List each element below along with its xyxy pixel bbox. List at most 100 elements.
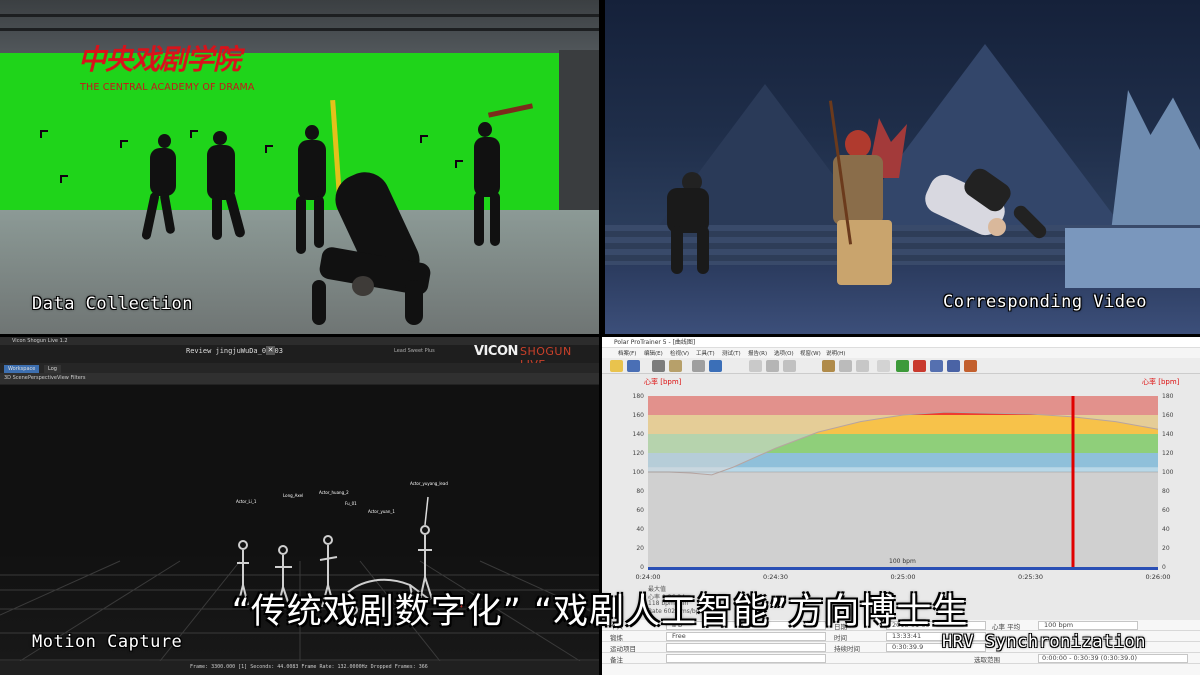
shogun-status-bar: Frame: 3300.000 [1] Seconds: 44.0083 Fra… <box>0 661 599 675</box>
menu-window[interactable]: 视窗(W) <box>800 349 821 357</box>
chart-speed-icon[interactable] <box>913 360 926 372</box>
menu-tools[interactable]: 工具(T) <box>696 349 715 357</box>
polar-title-bar: Polar ProTrainer 5 - [曲线图] <box>602 337 1200 348</box>
y-tick-label-right: 160 <box>1162 412 1174 419</box>
grid-icon[interactable] <box>783 360 796 372</box>
panel-caption: Corresponding Video <box>943 292 1147 312</box>
user-icon[interactable] <box>652 360 665 372</box>
row-label: 选取范围 <box>974 656 1000 664</box>
panel-caption: Data Collection <box>32 294 194 314</box>
y-tick-label-right: 20 <box>1162 545 1170 552</box>
baseline-label: 100 bpm <box>889 558 916 565</box>
y-tick-label-right: 0 <box>1162 564 1166 571</box>
y-tick-label: 40 <box>636 526 644 533</box>
hr-zone-band <box>648 396 1158 415</box>
zoom-icon[interactable] <box>822 360 835 372</box>
x-tick-label: 0:26:00 <box>1145 573 1170 581</box>
scene-selector[interactable]: 3D Scene <box>4 375 28 381</box>
menu-help[interactable]: 说明(H) <box>826 349 845 357</box>
y-tick-label: 120 <box>633 450 645 457</box>
row-label: 运动项目 <box>610 645 636 653</box>
below-baseline-fill <box>648 472 1158 567</box>
academy-logo-subtitle: THE CENTRAL ACADEMY OF DRAMA <box>80 82 255 93</box>
chart-lap-icon[interactable] <box>964 360 977 372</box>
x-tick-label: 0:25:00 <box>890 573 915 581</box>
calendar-icon[interactable] <box>766 360 779 372</box>
corresponding-video-panel: Corresponding Video <box>605 0 1200 334</box>
tracking-marker <box>120 140 128 148</box>
view-filters-button[interactable]: View Filters <box>57 375 85 381</box>
marker-icon[interactable] <box>877 360 890 372</box>
y-tick-label: 80 <box>636 488 644 495</box>
save-icon[interactable] <box>627 360 640 372</box>
row-label: 备注 <box>610 656 623 664</box>
actor-label: Actor_Li_1 <box>236 499 257 504</box>
menu-test[interactable]: 测试(T) <box>722 349 741 357</box>
menu-options[interactable]: 选项(O) <box>774 349 794 357</box>
row-value: 0:30:39.9 <box>892 643 924 651</box>
edit-icon[interactable] <box>839 360 852 372</box>
y-tick-label: 100 <box>633 469 645 476</box>
y-tick-label: 160 <box>633 412 645 419</box>
menu-file[interactable]: 档案(F) <box>618 349 636 357</box>
actor-label: Fu_01 <box>345 501 357 506</box>
actor-label: Actor_yuyang_lead <box>410 481 448 486</box>
y-tick-label: 20 <box>636 545 644 552</box>
tab-workspace[interactable]: Workspace <box>4 365 40 373</box>
chart-hr-icon[interactable] <box>896 360 909 372</box>
y-tick-label: 140 <box>633 431 645 438</box>
panel-caption: HRV Synchronization <box>942 632 1146 652</box>
tracking-marker <box>40 130 48 138</box>
chart-power-icon[interactable] <box>947 360 960 372</box>
close-review-icon[interactable]: ✕ <box>266 346 275 355</box>
y-tick-label-right: 100 <box>1162 469 1174 476</box>
stage-rock <box>1065 228 1200 288</box>
ceiling-truss <box>0 14 599 17</box>
shogun-tabs: Workspace Log <box>0 363 599 373</box>
camera-selector[interactable]: Perspective <box>28 375 57 381</box>
x-tick-label: 0:24:00 <box>635 573 660 581</box>
viewport-toolbar: 3D Scene Perspective View Filters <box>0 373 599 385</box>
video-subtitle: “传统戏剧数字化” “戏剧人工智能”方向博士生 <box>231 592 969 632</box>
menu-report[interactable]: 报告(R) <box>748 349 767 357</box>
y-tick-label: 0 <box>640 564 644 571</box>
menu-view[interactable]: 检视(V) <box>670 349 689 357</box>
y-tick-label-right: 80 <box>1162 488 1170 495</box>
value-field <box>666 643 826 652</box>
row-value: 0:00:00 - 0:30:39 (0:30:39.0) <box>1042 654 1137 662</box>
data-collection-panel: 中央戏剧学院 THE CENTRAL ACADEMY OF DRAMA Data… <box>0 0 599 334</box>
frame-readout: Frame: 3300.000 [1] Seconds: 44.0083 Fra… <box>190 664 428 670</box>
tracking-marker <box>265 145 273 153</box>
academy-logo: 中央戏剧学院 <box>78 43 241 76</box>
studio-side-wall <box>559 50 599 225</box>
tracking-marker <box>420 135 428 143</box>
x-tick-label: 0:24:30 <box>763 573 788 581</box>
tracking-marker <box>60 175 68 183</box>
transfer-icon[interactable] <box>709 360 722 372</box>
polar-menu-bar: 档案(F) 编辑(E) 检视(V) 工具(T) 测试(T) 报告(R) 选项(O… <box>602 348 1200 358</box>
y-tick-label: 180 <box>633 393 645 400</box>
y-axis-title-right: 心率 [bpm] <box>1142 378 1180 386</box>
lead-selector[interactable]: Lead Sweet Plus <box>394 348 435 354</box>
y-tick-label: 60 <box>636 507 644 514</box>
vicon-logo: VICON <box>474 344 518 359</box>
list-icon[interactable] <box>749 360 762 372</box>
y-tick-label-right: 140 <box>1162 431 1174 438</box>
panel-caption: Motion Capture <box>32 632 183 652</box>
chart-alt-icon[interactable] <box>930 360 943 372</box>
actor-label: Long_Axel <box>283 493 304 498</box>
tab-log[interactable]: Log <box>44 365 61 373</box>
value-field <box>666 654 826 663</box>
y-tick-label-right: 60 <box>1162 507 1170 514</box>
window-icon[interactable] <box>692 360 705 372</box>
actor-label: Actor_huang_2 <box>319 490 349 495</box>
x-axis-bar <box>648 567 1158 570</box>
row-label: 持续时间 <box>834 645 860 653</box>
ruler-icon[interactable] <box>856 360 869 372</box>
settings-icon[interactable] <box>669 360 682 372</box>
actor-label: Actor_yuan_1 <box>368 509 395 514</box>
x-tick-label: 0:25:30 <box>1018 573 1043 581</box>
menu-edit[interactable]: 编辑(E) <box>644 349 663 357</box>
polar-toolbar <box>602 358 1200 374</box>
open-icon[interactable] <box>610 360 623 372</box>
